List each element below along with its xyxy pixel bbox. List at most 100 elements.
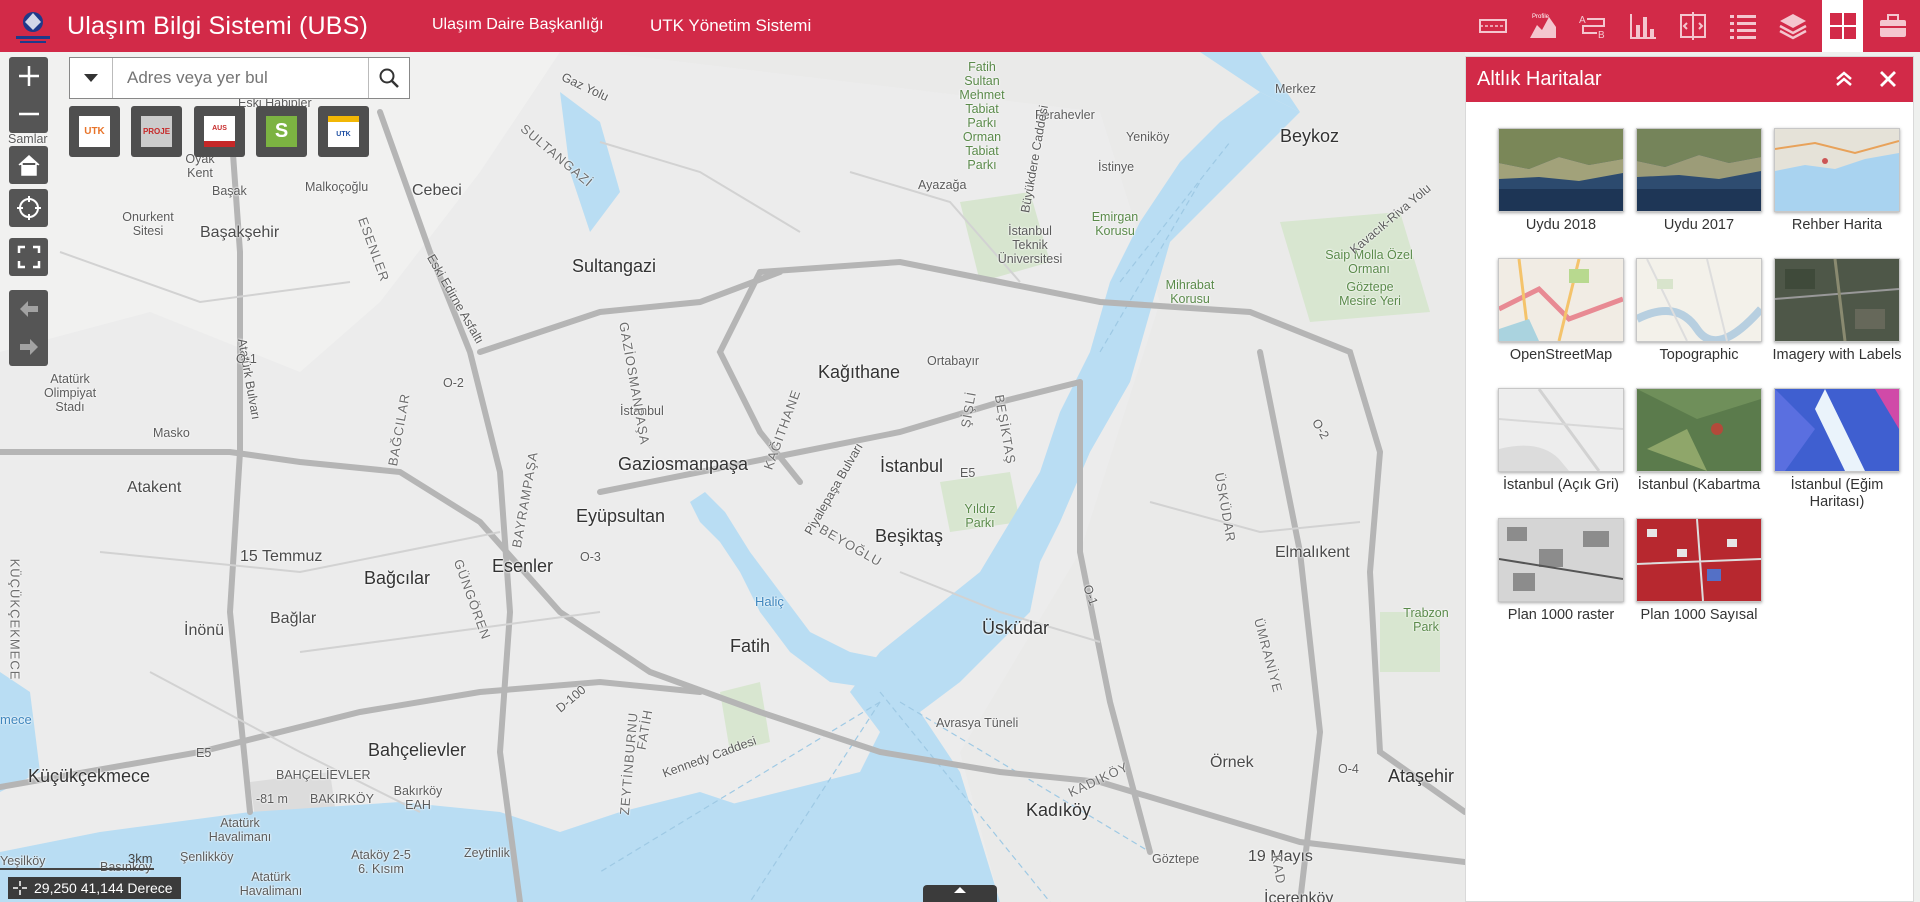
ibb-logo: [16, 12, 50, 43]
road-profile-icon: [1478, 19, 1507, 33]
basemap-topographic[interactable]: Topographic: [1630, 258, 1768, 364]
fullscreen-icon: [17, 245, 40, 269]
basemap-rehber-harita[interactable]: Rehber Harita: [1768, 128, 1906, 234]
chart-tool[interactable]: [1622, 0, 1663, 52]
fullscreen-button[interactable]: [9, 238, 48, 276]
utk-app-logo-icon: UTK: [328, 116, 359, 147]
svg-text:Profile: Profile: [1532, 14, 1550, 20]
toolbox-icon: [1879, 14, 1906, 37]
basemap-plan-1000-sayisal[interactable]: Plan 1000 Sayısal: [1630, 518, 1768, 624]
aus-shortcut[interactable]: AUS: [194, 106, 245, 157]
next-extent-button[interactable]: [9, 328, 48, 366]
elevation-profile-icon: Profile: [1529, 14, 1556, 38]
proje-logo-icon: PROJE: [141, 116, 172, 147]
basemap-gallery-tool[interactable]: [1822, 0, 1863, 52]
search-box: [69, 57, 410, 99]
zoom-controls: [9, 57, 48, 133]
caret-up-icon: [954, 887, 966, 893]
panel-header: Altlık Haritalar: [1466, 57, 1913, 102]
basemap-thumbnail: [1774, 388, 1900, 472]
zoom-out-button[interactable]: [9, 95, 48, 133]
basemap-thumbnail: [1498, 388, 1624, 472]
locate-control: [9, 189, 48, 227]
basemap-thumbnail: [1636, 258, 1762, 342]
basemap-label: Imagery with Labels: [1772, 347, 1902, 363]
basemap-thumbnail: [1774, 128, 1900, 212]
search-source-dropdown[interactable]: [70, 58, 113, 98]
swipe-tool[interactable]: [1672, 0, 1713, 52]
panel-title: Altlık Haritalar: [1477, 68, 1602, 90]
s-logo-icon: S: [266, 116, 297, 147]
basemap-thumbnail: [1774, 258, 1900, 342]
svg-text:B: B: [1598, 30, 1605, 41]
zoom-in-button[interactable]: [9, 57, 48, 95]
caret-down-icon: [84, 74, 98, 82]
layer-list-icon: [1729, 15, 1756, 39]
route-tool[interactable]: AB: [1572, 0, 1613, 52]
layers-icon: [1778, 14, 1807, 40]
arrow-left-icon: [19, 301, 38, 317]
elevation-profile-tool[interactable]: Profile: [1522, 0, 1563, 52]
basemap-label: Plan 1000 Sayısal: [1640, 607, 1758, 623]
nav-utk-yonetim[interactable]: UTK Yönetim Sistemi: [650, 16, 811, 36]
basemap-thumbnail: [1636, 388, 1762, 472]
basemap-istanbul-kabartma[interactable]: İstanbul (Kabartma: [1630, 388, 1768, 494]
home-icon: [17, 154, 40, 176]
collapse-panel-icon[interactable]: [1830, 65, 1858, 93]
basemap-label: Uydu 2017: [1663, 217, 1735, 233]
basemap-label: OpenStreetMap: [1509, 347, 1613, 363]
search-icon: [379, 68, 399, 88]
basemap-label: İstanbul (Açık Gri): [1502, 477, 1620, 493]
basemap-label: Topographic: [1659, 347, 1739, 363]
utk-app-shortcut[interactable]: UTK: [318, 106, 369, 157]
basemap-imagery-labels[interactable]: Imagery with Labels: [1768, 258, 1906, 364]
basemap-panel: Altlık Haritalar Uydu 2018 Uydu 2017 Reh…: [1465, 56, 1914, 902]
utk-shortcut[interactable]: UTK: [69, 106, 120, 157]
minus-icon: [18, 112, 39, 116]
search-button[interactable]: [368, 58, 409, 98]
plus-icon: [18, 66, 39, 86]
fullscreen-control: [9, 238, 48, 276]
scale-label: 3km: [128, 851, 153, 866]
app-header: Ulaşım Bilgi Sistemi (UBS) Ulaşım Daire …: [0, 0, 1920, 52]
search-input[interactable]: [113, 58, 368, 98]
basemap-uydu-2017[interactable]: Uydu 2017: [1630, 128, 1768, 234]
basemap-plan-1000-raster[interactable]: Plan 1000 raster: [1492, 518, 1630, 624]
basemap-gallery-icon: [1829, 13, 1856, 39]
basemap-label: İstanbul (Kabartma: [1637, 477, 1761, 493]
basemap-label: Plan 1000 raster: [1507, 607, 1615, 623]
crosshair-icon: [16, 196, 41, 220]
layer-list-tool[interactable]: [1722, 0, 1763, 52]
nav-ulasim-daire[interactable]: Ulaşım Daire Başkanlığı: [432, 16, 604, 34]
road-profile-tool[interactable]: [1472, 0, 1513, 52]
route-ab-icon: AB: [1579, 15, 1605, 41]
attribute-table-toggle[interactable]: [923, 885, 997, 902]
svg-text:A: A: [1579, 15, 1586, 26]
toolbox-tool[interactable]: [1872, 0, 1913, 52]
coordinate-readout[interactable]: 29,250 41,144 Derece: [8, 877, 181, 899]
app-title: Ulaşım Bilgi Sistemi (UBS): [67, 12, 369, 40]
aus-logo-icon: AUS: [204, 116, 235, 147]
basemap-thumbnail: [1636, 128, 1762, 212]
basemap-label: Rehber Harita: [1791, 217, 1883, 233]
home-control: [9, 146, 48, 184]
previous-extent-button[interactable]: [9, 290, 48, 328]
basemap-istanbul-acik-gri[interactable]: İstanbul (Açık Gri): [1492, 388, 1630, 494]
layers-tool[interactable]: [1772, 0, 1813, 52]
basemap-uydu-2018[interactable]: Uydu 2018: [1492, 128, 1630, 234]
map-view[interactable]: Beykoz Merkez Ferahevler Yeniköy İstinye…: [0, 52, 1465, 902]
basemap-istanbul-egim[interactable]: İstanbul (Eğim Haritası): [1768, 388, 1906, 511]
proje-shortcut[interactable]: PROJE: [131, 106, 182, 157]
basemap-thumbnail: [1498, 518, 1624, 602]
locate-button[interactable]: [9, 189, 48, 227]
utk-logo-icon: UTK: [79, 116, 110, 147]
extent-nav-control: [9, 290, 48, 366]
s-shortcut[interactable]: S: [256, 106, 307, 157]
crosshair-icon: [13, 881, 27, 895]
basemap-label: İstanbul (Eğim Haritası): [1790, 477, 1884, 510]
scale-bar: [0, 868, 154, 870]
basemap-thumbnail: [1498, 128, 1624, 212]
close-panel-icon[interactable]: [1875, 66, 1901, 92]
basemap-openstreetmap[interactable]: OpenStreetMap: [1492, 258, 1630, 364]
home-button[interactable]: [9, 146, 48, 184]
